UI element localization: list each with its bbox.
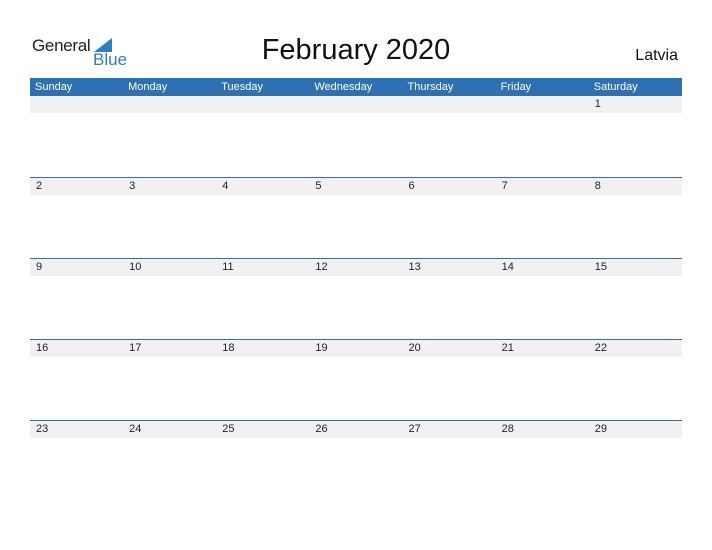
day-cell: 13 xyxy=(408,261,421,273)
week-row: 2 3 4 5 6 7 8 xyxy=(30,177,682,258)
week-row: 9 10 11 12 13 14 15 xyxy=(30,258,682,339)
day-cell: 2 xyxy=(36,180,43,192)
day-cell: 27 xyxy=(408,423,421,435)
calendar-title: February 2020 xyxy=(261,34,451,66)
weekday-friday: Friday xyxy=(500,81,532,93)
week-row: 23 24 25 26 27 28 29 xyxy=(30,420,682,501)
day-cell: 6 xyxy=(408,180,415,192)
day-cell xyxy=(216,96,309,113)
day-cell: 4 xyxy=(222,180,229,192)
day-cell: 11 xyxy=(222,261,234,273)
weekday-sunday: Sunday xyxy=(35,81,73,93)
day-cell: 17 xyxy=(129,342,142,354)
date-strip: 9 10 11 12 13 14 15 xyxy=(30,258,682,276)
day-cell: 19 xyxy=(315,342,328,354)
date-strip: 2 3 4 5 6 7 8 xyxy=(30,177,682,195)
day-cell: 1 xyxy=(594,98,601,110)
week-row: 1 xyxy=(30,96,682,177)
day-cell: 28 xyxy=(501,423,514,435)
day-cell: 5 xyxy=(315,180,322,192)
day-cell: 29 xyxy=(594,423,607,435)
day-cell xyxy=(496,96,589,113)
day-cell: 7 xyxy=(501,180,508,192)
day-cell xyxy=(403,96,496,113)
weekday-monday: Monday xyxy=(128,81,168,93)
day-cell: 26 xyxy=(315,423,328,435)
day-cell xyxy=(123,96,216,113)
day-cell: 12 xyxy=(315,261,328,273)
day-cell: 15 xyxy=(594,261,607,273)
day-cell: 22 xyxy=(594,342,607,354)
weekday-thursday: Thursday xyxy=(407,81,454,93)
week-row: 16 17 18 19 20 21 22 xyxy=(30,339,682,420)
date-strip: 16 17 18 19 20 21 22 xyxy=(30,339,682,357)
weekday-wednesday: Wednesday xyxy=(314,81,373,93)
day-cell: 21 xyxy=(501,342,514,354)
day-cell: 3 xyxy=(129,180,136,192)
day-cell: 9 xyxy=(36,261,43,273)
day-cell: 24 xyxy=(129,423,142,435)
country-label: Latvia xyxy=(635,47,678,64)
day-cell: 18 xyxy=(222,342,235,354)
day-cell xyxy=(30,96,123,113)
date-strip: 1 xyxy=(30,96,682,113)
date-strip: 23 24 25 26 27 28 29 xyxy=(30,420,682,438)
day-cell: 20 xyxy=(408,342,421,354)
day-cell: 14 xyxy=(501,261,514,273)
day-cell xyxy=(309,96,402,113)
weekday-saturday: Saturday xyxy=(593,81,638,93)
day-cell: 23 xyxy=(36,423,49,435)
day-cell: 10 xyxy=(129,261,142,273)
day-cell: 16 xyxy=(36,342,49,354)
day-cell: 25 xyxy=(222,423,235,435)
day-cell: 8 xyxy=(594,180,601,192)
weekday-header: Sunday Monday Tuesday Wednesday Thursday… xyxy=(30,78,682,96)
weekday-tuesday: Tuesday xyxy=(221,81,264,93)
